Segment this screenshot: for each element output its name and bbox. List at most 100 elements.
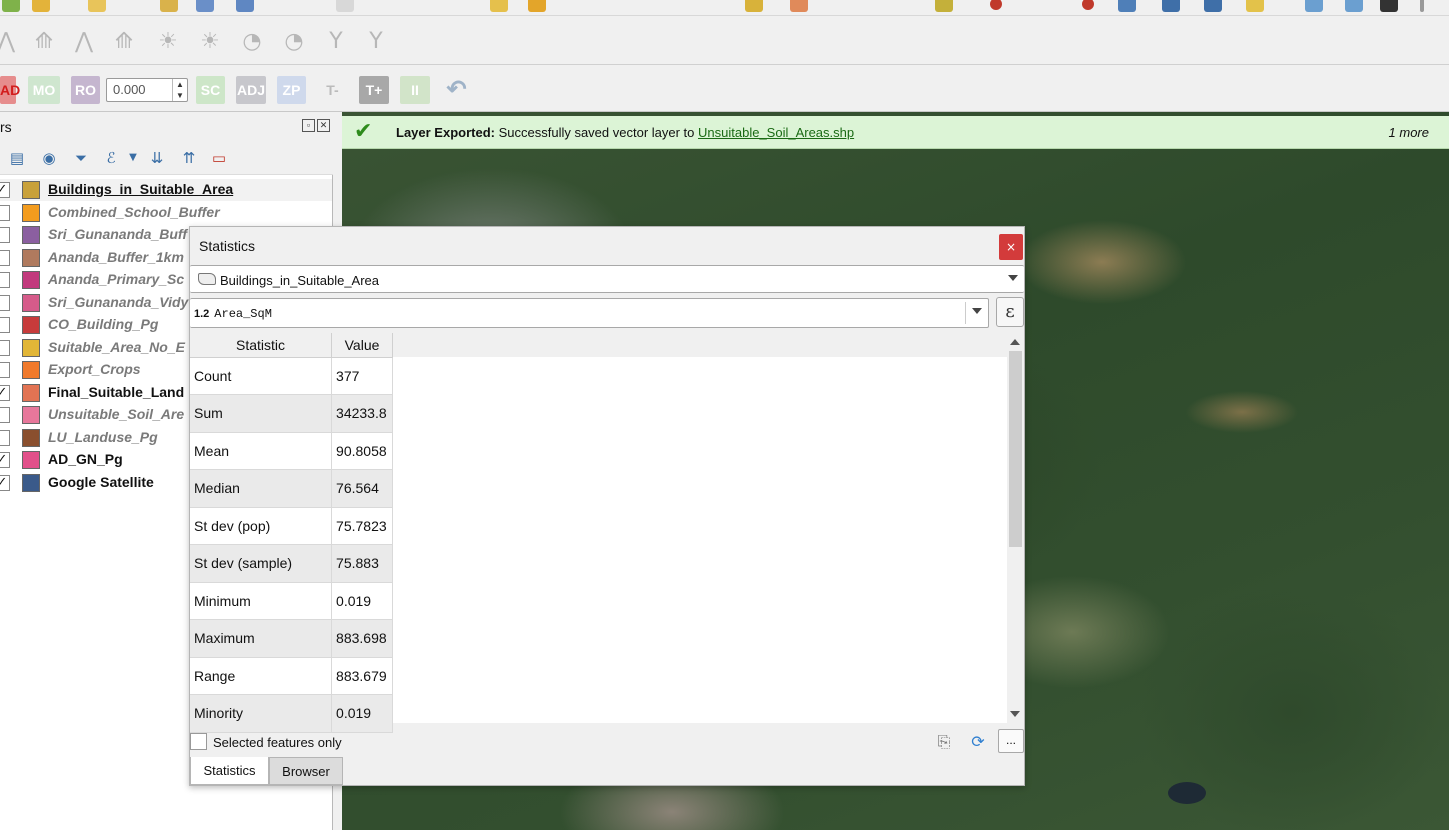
table-row[interactable]: Median 76.564	[190, 469, 393, 508]
scroll-down-icon[interactable]	[1010, 711, 1020, 717]
eye-icon[interactable]	[1118, 0, 1136, 12]
layer-visibility-checkbox[interactable]	[0, 249, 10, 266]
stop-icon[interactable]	[1082, 0, 1094, 10]
upload-icon[interactable]	[1204, 0, 1222, 12]
copy-icon[interactable]: ⎘	[934, 732, 954, 752]
ad-button[interactable]: AD	[0, 76, 20, 104]
filter-legend-icon[interactable]: ⏷	[70, 147, 92, 169]
note-icon[interactable]	[1246, 0, 1264, 12]
open-project-icon[interactable]	[32, 0, 50, 12]
layer-visibility-checkbox[interactable]	[0, 317, 10, 333]
rotate-symbol-icon[interactable]: ☀	[196, 28, 224, 56]
scroll-thumb[interactable]	[1009, 351, 1022, 547]
ro-button[interactable]: RO	[71, 76, 100, 104]
sc-button[interactable]: SC	[196, 76, 225, 104]
float-panel-icon[interactable]: ▫	[302, 119, 315, 132]
column-header-statistic[interactable]: Statistic	[190, 333, 333, 358]
remove-layer-icon[interactable]: ▭	[208, 147, 230, 169]
exported-file-link[interactable]: Unsuitable_Soil_Areas.shp	[698, 125, 854, 140]
layer-visibility-checkbox[interactable]	[0, 227, 10, 243]
layer-visibility-checkbox[interactable]: ✓	[0, 384, 10, 401]
table-row[interactable]: Minimum 0.019	[190, 582, 393, 620]
layer-select[interactable]: Buildings_in_Suitable_Area	[190, 265, 1024, 293]
split-feature-icon[interactable]: ⟰	[30, 28, 58, 56]
expand-all-icon[interactable]: ⇊	[146, 147, 168, 169]
more-icon[interactable]	[1420, 0, 1424, 12]
t-minus-button[interactable]: T-	[318, 76, 347, 104]
pan-icon[interactable]	[88, 0, 106, 12]
table-row[interactable]: Mean 90.8058	[190, 432, 393, 470]
refresh-icon[interactable]: ⟳	[968, 732, 988, 752]
globe-icon[interactable]	[1305, 0, 1323, 12]
download-icon[interactable]	[1162, 0, 1180, 12]
layer-item[interactable]: ✓ Buildings_in_Suitable_Area	[0, 179, 332, 201]
identify-icon[interactable]	[160, 0, 178, 12]
layer-visibility-checkbox[interactable]: ✓	[0, 474, 10, 491]
layer-symbol-icon	[22, 451, 40, 469]
digitize-icon[interactable]	[528, 0, 546, 12]
table-row[interactable]: Sum 34233.8	[190, 394, 393, 433]
table-row[interactable]: St dev (pop) 75.7823	[190, 507, 393, 545]
reshape-icon[interactable]: ⋀	[70, 28, 98, 56]
mo-button[interactable]: MO	[28, 76, 60, 104]
close-button[interactable]: ×	[999, 234, 1023, 260]
layer-visibility-checkbox[interactable]	[0, 272, 10, 288]
more-notifications-button[interactable]: 1 more	[1389, 125, 1429, 140]
layer-visibility-checkbox[interactable]	[0, 429, 10, 446]
selected-only-checkbox[interactable]	[190, 733, 207, 750]
label-change-icon[interactable]: Y	[362, 28, 390, 56]
table-row[interactable]: St dev (sample) 75.883	[190, 544, 393, 583]
label-move-icon[interactable]: ◔	[280, 28, 308, 56]
field-select[interactable]: 1.2 Area_SqM	[190, 298, 989, 328]
statistic-name-cell: St dev (sample)	[190, 544, 333, 583]
offset-icon[interactable]: ⟰	[110, 28, 138, 56]
style-manager-icon[interactable]: ▤	[6, 147, 28, 169]
layer-visibility-checkbox[interactable]	[0, 362, 10, 378]
new-project-icon[interactable]	[2, 0, 20, 12]
select-icon[interactable]	[336, 0, 354, 12]
layer-visibility-checkbox[interactable]: ✓	[0, 452, 10, 468]
table-row[interactable]: Count 377	[190, 357, 393, 395]
t-plus-button[interactable]: T+	[359, 76, 389, 104]
layer-item[interactable]: Combined_School_Buffer	[0, 202, 332, 224]
record-icon[interactable]	[990, 0, 1002, 10]
label-icon[interactable]	[745, 0, 763, 12]
edit-icon[interactable]	[490, 0, 508, 12]
color-bar-icon[interactable]	[935, 0, 953, 12]
combo-separator	[965, 302, 966, 324]
style-icon[interactable]	[790, 0, 808, 12]
measure-icon[interactable]	[236, 0, 254, 12]
undo-icon[interactable]: ↶	[441, 76, 472, 104]
zp-button[interactable]: ZP	[277, 76, 306, 104]
offset-value-input[interactable]: 0.000 ▲ ▼	[106, 78, 188, 102]
vertex-icon[interactable]: ⋀	[0, 28, 20, 56]
scroll-up-icon[interactable]	[1010, 339, 1020, 345]
binoculars-icon[interactable]	[1380, 0, 1398, 12]
label-rotate-icon[interactable]: Y	[322, 28, 350, 56]
table-row[interactable]: Range 883.679	[190, 657, 393, 695]
filter-expression-icon[interactable]: ℰ	[100, 147, 122, 169]
vertical-scrollbar[interactable]	[1007, 333, 1024, 723]
globe2-icon[interactable]	[1345, 0, 1363, 12]
label-pin-icon[interactable]: ◔	[238, 28, 266, 56]
layer-visibility-checkbox[interactable]	[0, 407, 10, 423]
layer-visibility-checkbox[interactable]: ✓	[0, 182, 10, 198]
more-options-button[interactable]: ...	[998, 729, 1024, 753]
expression-button[interactable]: ε	[996, 297, 1024, 327]
rotate-point-icon[interactable]: ☀	[154, 28, 182, 56]
close-panel-icon[interactable]: ✕	[317, 119, 330, 132]
tab-statistics[interactable]: Statistics	[190, 757, 269, 785]
adj-button[interactable]: ADJ	[236, 76, 266, 104]
layer-visibility-checkbox[interactable]	[0, 204, 10, 221]
ii-button[interactable]: II	[400, 76, 430, 104]
visibility-eye-icon[interactable]: ◉	[38, 147, 60, 169]
tab-browser[interactable]: Browser	[269, 757, 343, 785]
column-header-value[interactable]: Value	[331, 333, 393, 358]
table-icon[interactable]	[196, 0, 214, 12]
table-row[interactable]: Maximum 883.698	[190, 619, 393, 658]
collapse-all-icon[interactable]: ⇈	[178, 147, 200, 169]
layer-visibility-checkbox[interactable]	[0, 339, 10, 356]
spin-arrows-icon[interactable]: ▲ ▼	[172, 79, 187, 101]
layer-visibility-checkbox[interactable]	[0, 294, 10, 311]
chevron-down-icon[interactable]: ▼	[122, 147, 144, 169]
